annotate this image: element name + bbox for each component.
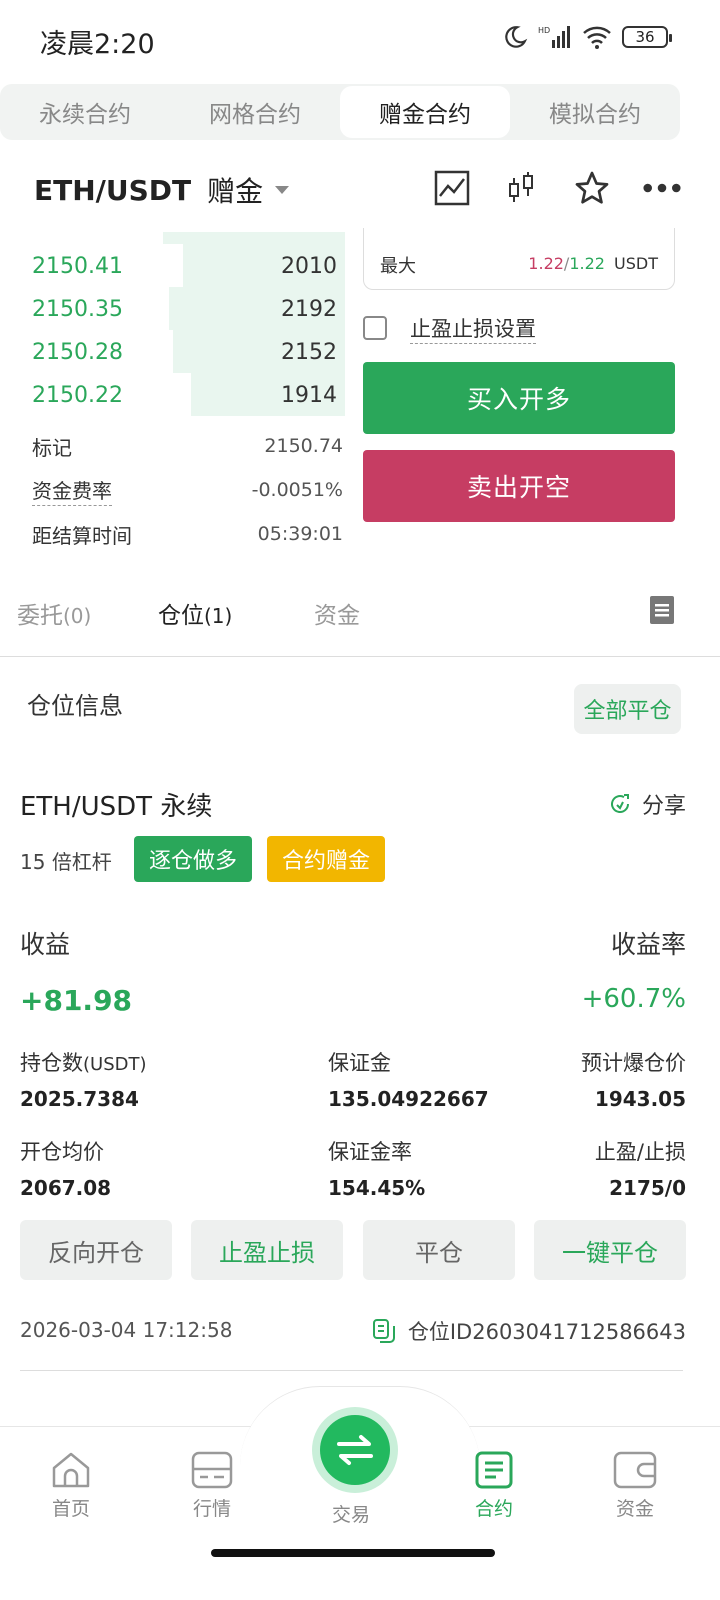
market-icon: [191, 1451, 233, 1489]
copy-icon: [372, 1319, 395, 1343]
more-icon[interactable]: [642, 168, 682, 208]
divider: [20, 1370, 683, 1371]
margin-rate-label: 保证金率: [328, 1140, 412, 1164]
section-title: 仓位信息: [27, 692, 123, 720]
wallet-icon: [613, 1451, 657, 1489]
swap-icon: [320, 1415, 390, 1485]
nav-home[interactable]: 首页: [26, 1450, 116, 1521]
buy-long-button[interactable]: 买入开多: [363, 362, 675, 434]
order-book-row[interactable]: 2150.41 2010: [0, 244, 345, 287]
tab-perpetual[interactable]: 永续合约: [0, 84, 170, 140]
pnl-value: +81.98: [20, 984, 133, 1017]
settlement-time-value: 05:39:01: [257, 523, 343, 545]
order-book-row[interactable]: 2150.28 2152: [0, 330, 345, 373]
nav-trade[interactable]: [312, 1407, 398, 1493]
mark-price-label: 标记: [32, 436, 72, 460]
line-chart-icon[interactable]: [432, 168, 472, 208]
candlestick-icon[interactable]: [502, 168, 542, 208]
nav-trade-label[interactable]: 交易: [332, 1500, 370, 1527]
settlement-time-label: 距结算时间: [32, 524, 132, 548]
entry-price-label: 开仓均价: [20, 1140, 104, 1164]
nav-market[interactable]: 行情: [167, 1450, 257, 1521]
ask-price: 2150.22: [32, 383, 123, 408]
close-position-button[interactable]: 平仓: [363, 1220, 515, 1280]
liq-price-value: 1943.05: [594, 1087, 686, 1111]
max-value: 1.22/1.22 USDT: [528, 254, 658, 273]
home-icon: [52, 1452, 90, 1488]
pair-mode: 赠金: [207, 175, 264, 208]
tpsl-checkbox[interactable]: [363, 316, 387, 340]
tab-grid[interactable]: 网格合约: [170, 84, 340, 140]
home-indicator: [211, 1549, 495, 1557]
max-label: 最大: [380, 256, 416, 277]
nav-funds[interactable]: 资金: [590, 1450, 680, 1521]
funding-rate-value: -0.0051%: [251, 479, 343, 501]
ask-qty: 2152: [281, 340, 337, 365]
tab-demo[interactable]: 模拟合约: [510, 84, 680, 140]
position-date: 2026-03-04 17:12:58: [20, 1318, 233, 1342]
order-book-row[interactable]: 2150.22 1914: [0, 373, 345, 416]
size-label: 持仓数(USDT): [20, 1051, 147, 1075]
moon-icon: [505, 26, 528, 48]
pnl-rate-label: 收益率: [610, 930, 686, 959]
ask-price: 2150.41: [32, 254, 123, 279]
tab-orders[interactable]: 委托(0): [17, 596, 91, 630]
margin-label: 保证金: [328, 1051, 391, 1075]
document-icon[interactable]: [650, 596, 674, 628]
tab-positions[interactable]: 仓位(1): [158, 596, 232, 630]
signal-icon: HD: [538, 26, 570, 48]
order-book-top-fade: [163, 232, 345, 244]
sell-short-button[interactable]: 卖出开空: [363, 450, 675, 522]
nav-contract[interactable]: 合约: [449, 1450, 539, 1521]
bonus-tag: 合约赠金: [267, 836, 385, 882]
tpsl-button[interactable]: 止盈止损: [191, 1220, 343, 1280]
position-title: ETH/USDT 永续: [20, 792, 213, 822]
share-icon: [611, 794, 629, 813]
tpsl-value: 2175/0: [609, 1176, 686, 1200]
liq-price-label: 预计爆仓价: [581, 1051, 686, 1075]
star-icon[interactable]: [572, 168, 612, 208]
pnl-label: 收益: [20, 930, 71, 959]
ask-price: 2150.35: [32, 297, 123, 322]
pair-name: ETH/USDT: [34, 173, 192, 207]
ask-qty: 2192: [281, 297, 337, 322]
ask-qty: 2010: [281, 254, 337, 279]
pnl-rate-value: +60.7%: [581, 984, 686, 1014]
status-time: 凌晨2:20: [40, 29, 155, 60]
margin-rate-value: 154.45%: [328, 1176, 426, 1200]
contract-icon: [475, 1451, 513, 1489]
chevron-down-icon: [275, 186, 290, 194]
wifi-icon: [583, 26, 611, 49]
entry-price-value: 2067.08: [20, 1176, 112, 1200]
svg-text:HD: HD: [538, 26, 550, 35]
share-button[interactable]: 分享: [608, 788, 686, 820]
mark-price-value: 2150.74: [264, 435, 343, 457]
ask-price: 2150.28: [32, 340, 123, 365]
status-icons: HD 36: [502, 24, 672, 50]
reverse-open-button[interactable]: 反向开仓: [20, 1220, 172, 1280]
tpsl-label: 止盈/止损: [594, 1140, 686, 1164]
position-id[interactable]: 仓位ID2603041712586643: [372, 1316, 686, 1346]
tab-bonus[interactable]: 赠金合约: [340, 86, 510, 138]
leverage-label: 15 倍杠杆: [20, 850, 112, 874]
divider: [0, 656, 720, 657]
funding-rate-label[interactable]: 资金费率: [32, 475, 112, 506]
contract-type-tabs: 永续合约 网格合约 赠金合约 模拟合约: [0, 84, 680, 140]
pair-selector[interactable]: ETH/USDT 赠金: [34, 170, 290, 210]
order-book-row[interactable]: 2150.35 2192: [0, 287, 345, 330]
size-value: 2025.7384: [20, 1087, 139, 1111]
header-actions: [432, 168, 682, 208]
close-all-button[interactable]: 全部平仓: [574, 684, 681, 734]
tab-funds[interactable]: 资金: [314, 596, 360, 630]
isolated-long-tag: 逐仓做多: [134, 836, 252, 882]
one-click-close-button[interactable]: 一键平仓: [534, 1220, 686, 1280]
ask-qty: 1914: [281, 383, 337, 408]
tpsl-settings-label[interactable]: 止盈止损设置: [410, 313, 536, 344]
battery-icon: 36: [622, 26, 672, 48]
margin-value: 135.04922667: [328, 1087, 489, 1111]
